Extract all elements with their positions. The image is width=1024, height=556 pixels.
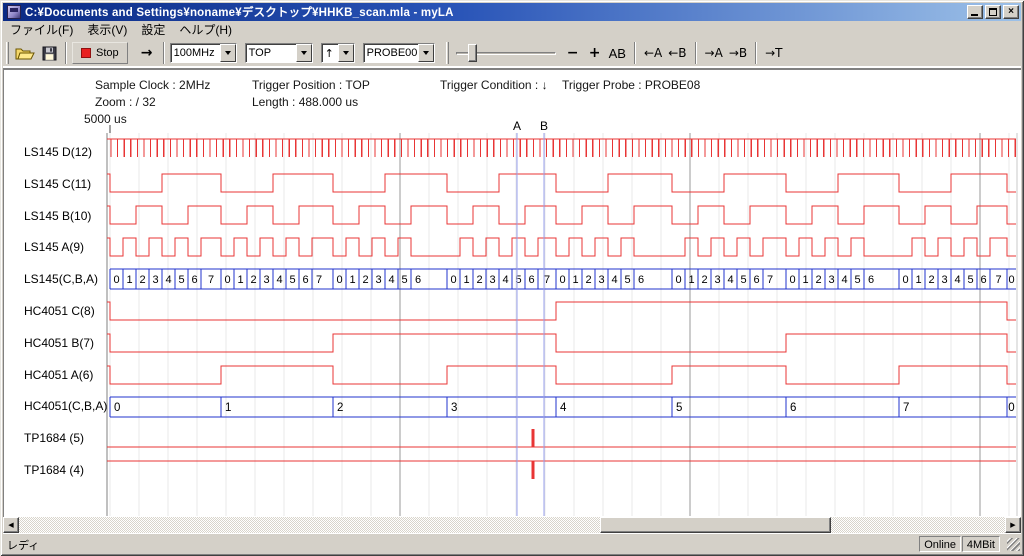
menu-view[interactable]: 表示(V) xyxy=(80,20,134,39)
channel-label: HC4051(C,B,A) xyxy=(24,399,107,413)
title-bar: C:¥Documents and Settings¥noname¥デスクトップ¥… xyxy=(3,3,1021,21)
dropdown-arrow-icon[interactable] xyxy=(418,44,434,62)
zoom-slider[interactable] xyxy=(456,42,556,64)
memory-size-badge: 4MBit xyxy=(962,536,1000,552)
toolbar-grip xyxy=(446,42,449,64)
toolbar-separator xyxy=(65,42,67,64)
goto-a-left-button[interactable]: ←A xyxy=(641,42,665,64)
status-bar: レディ Online 4MBit xyxy=(3,533,1021,553)
resize-grip[interactable] xyxy=(1007,538,1020,551)
stop-button[interactable]: Stop xyxy=(72,42,128,64)
channel-label: LS145 D(12) xyxy=(24,145,92,159)
minimize-icon xyxy=(971,14,978,16)
toolbar-separator xyxy=(163,42,165,64)
channel-label: LS145 B(10) xyxy=(24,209,91,223)
trigger-position-value: TOP xyxy=(246,44,296,62)
toolbar-separator xyxy=(634,42,636,64)
scrollbar-thumb[interactable] xyxy=(600,517,831,533)
menu-help[interactable]: ヘルプ(H) xyxy=(172,20,239,39)
goto-b-left-button[interactable]: ←B xyxy=(665,42,689,64)
trigger-probe-value: PROBE00 xyxy=(364,44,418,62)
trigger-condition-info: Trigger Condition : ↓ xyxy=(440,78,548,92)
open-file-button[interactable] xyxy=(12,42,38,64)
goto-trigger-button[interactable]: →T xyxy=(762,42,785,64)
zoom-in-button[interactable]: + xyxy=(584,42,606,64)
sample-clock-combo[interactable]: 100MHz xyxy=(170,43,237,63)
time-scale-label: 5000 us xyxy=(84,112,127,126)
channel-label: TP1684 (5) xyxy=(24,431,84,445)
waveform-client-area xyxy=(3,69,1021,517)
window-title: C:¥Documents and Settings¥noname¥デスクトップ¥… xyxy=(25,4,454,20)
menu-settings[interactable]: 設定 xyxy=(134,20,172,39)
dropdown-arrow-icon[interactable] xyxy=(220,44,236,62)
trigger-edge-combo[interactable]: ↑ xyxy=(321,43,355,63)
trigger-position-combo[interactable]: TOP xyxy=(245,43,313,63)
toolbar: Stop → 100MHz TOP ↑ PROBE00 − + AB ←A ←B xyxy=(3,38,1021,69)
maximize-icon xyxy=(989,8,997,16)
close-button[interactable]: × xyxy=(1003,5,1019,19)
toolbar-grip xyxy=(6,42,9,64)
horizontal-scrollbar[interactable]: ◀ ▶ xyxy=(3,517,1021,533)
maximize-button[interactable] xyxy=(985,5,1001,19)
dropdown-arrow-icon[interactable] xyxy=(296,44,312,62)
channel-label: LS145 A(9) xyxy=(24,240,84,254)
scroll-left-button[interactable]: ◀ xyxy=(3,517,19,533)
zoom-info: Zoom : / 32 xyxy=(95,95,156,109)
menu-bar: ファイル(F) 表示(V) 設定 ヘルプ(H) xyxy=(3,21,1021,38)
toolbar-separator xyxy=(695,42,697,64)
trigger-probe-combo[interactable]: PROBE00 xyxy=(363,43,435,63)
ab-range-button[interactable]: AB xyxy=(606,42,629,64)
slider-thumb[interactable] xyxy=(468,44,477,62)
channel-label: HC4051 C(8) xyxy=(24,304,95,318)
goto-a-right-button[interactable]: →A xyxy=(702,42,726,64)
goto-b-right-button[interactable]: →B xyxy=(726,42,750,64)
open-folder-icon xyxy=(15,46,35,61)
save-floppy-icon xyxy=(42,46,57,61)
channel-label: LS145(C,B,A) xyxy=(24,272,98,286)
dropdown-arrow-icon[interactable] xyxy=(338,44,354,62)
channel-label: HC4051 A(6) xyxy=(24,368,93,382)
app-window: C:¥Documents and Settings¥noname¥デスクトップ¥… xyxy=(0,0,1024,556)
trigger-edge-value: ↑ xyxy=(322,44,338,62)
scroll-right-button[interactable]: ▶ xyxy=(1005,517,1021,533)
save-file-button[interactable] xyxy=(38,42,60,64)
toolbar-separator xyxy=(755,42,757,64)
trigger-position-info: Trigger Position : TOP xyxy=(252,78,370,92)
minimize-button[interactable] xyxy=(967,5,983,19)
menu-file[interactable]: ファイル(F) xyxy=(3,20,80,39)
sample-clock-value: 100MHz xyxy=(171,44,220,62)
channel-label: LS145 C(11) xyxy=(24,177,91,191)
status-ready-text: レディ xyxy=(7,537,39,553)
app-icon xyxy=(7,5,21,19)
run-button[interactable]: → xyxy=(136,42,158,64)
channel-label: TP1684 (4) xyxy=(24,463,84,477)
zoom-out-button[interactable]: − xyxy=(562,42,584,64)
stop-icon xyxy=(81,48,91,58)
channel-label: HC4051 B(7) xyxy=(24,336,94,350)
trigger-probe-info: Trigger Probe : PROBE08 xyxy=(562,78,700,92)
length-info: Length : 488.000 us xyxy=(252,95,358,109)
sample-clock-info: Sample Clock : 2MHz xyxy=(95,78,210,92)
online-status-badge: Online xyxy=(919,536,961,552)
stop-label: Stop xyxy=(96,47,119,59)
